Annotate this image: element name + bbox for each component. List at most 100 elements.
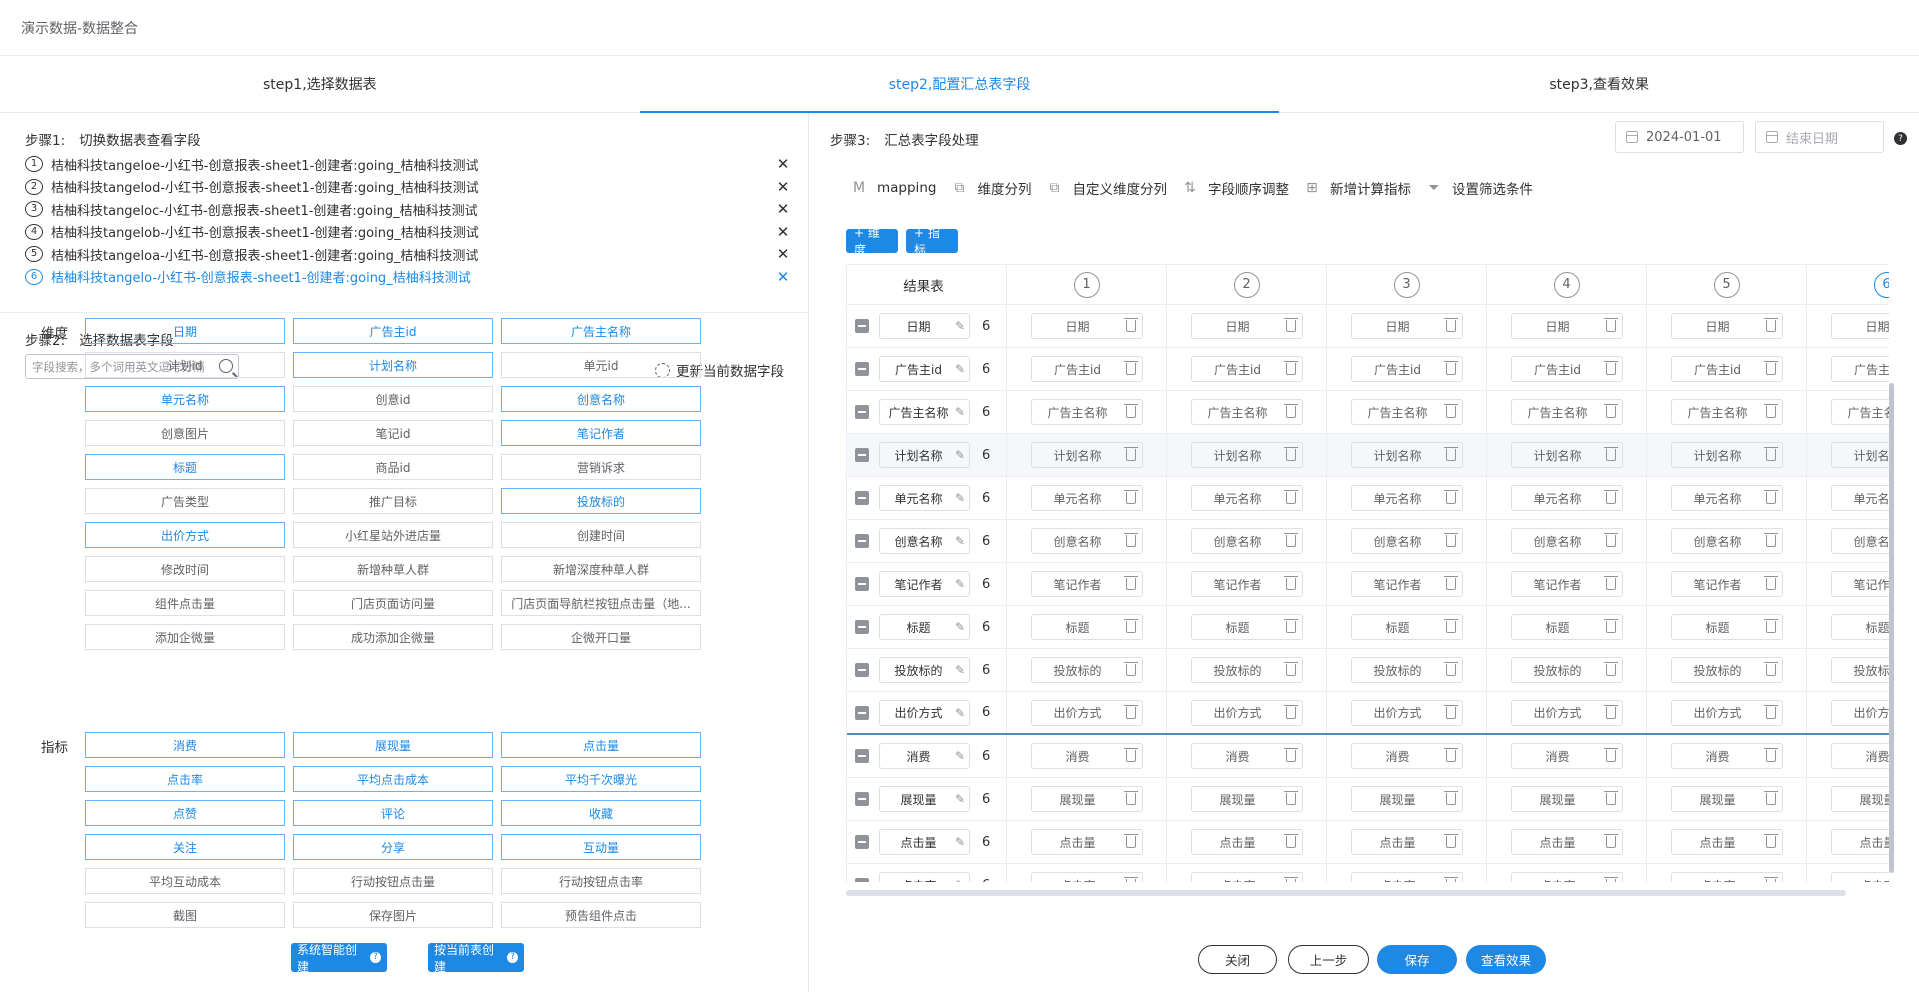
- mapped-field-chip[interactable]: 计划名称: [1510, 442, 1623, 468]
- field-chip[interactable]: 新增深度种草人群: [501, 556, 701, 582]
- mapped-field-chip[interactable]: 广告主名称: [1670, 399, 1783, 425]
- view-result-button[interactable]: 查看效果: [1466, 945, 1546, 974]
- smart-create-button[interactable]: 系统智能创建 ?: [291, 943, 387, 974]
- toolbar-item-custom-split[interactable]: ⧉ 自定义维度分列: [1045, 178, 1167, 198]
- field-chip[interactable]: 行动按钮点击率: [501, 868, 701, 894]
- mapped-field-chip[interactable]: 计划名称: [1030, 442, 1143, 468]
- mapped-field-chip[interactable]: 点击率: [1350, 872, 1463, 882]
- trash-icon[interactable]: [1763, 361, 1778, 375]
- result-field-name[interactable]: 展现量 ✎: [879, 786, 970, 812]
- mapped-field-chip[interactable]: 单元名称: [1510, 485, 1623, 511]
- field-chip[interactable]: 点击量: [501, 732, 701, 758]
- trash-icon[interactable]: [1283, 533, 1298, 547]
- field-chip[interactable]: 收藏: [501, 800, 701, 826]
- trash-icon[interactable]: [1123, 619, 1138, 633]
- mapped-field-chip[interactable]: 点击量: [1190, 829, 1303, 855]
- field-chip[interactable]: 关注: [85, 834, 285, 860]
- field-chip[interactable]: 展现量: [293, 732, 493, 758]
- field-chip[interactable]: 营销诉求: [501, 454, 701, 480]
- mapped-field-chip[interactable]: 日期: [1350, 313, 1463, 339]
- remove-row-icon[interactable]: [855, 534, 869, 548]
- trash-icon[interactable]: [1123, 318, 1138, 332]
- trash-icon[interactable]: [1283, 361, 1298, 375]
- mapped-field-chip[interactable]: 笔记作者: [1030, 571, 1143, 597]
- table-item[interactable]: 5 桔柚科技tangeloa-小红书-创意报表-sheet1-创建者:going_…: [25, 243, 790, 266]
- table-item[interactable]: 6 桔柚科技tangelo-小红书-创意报表-sheet1-创建者:going_桔…: [25, 266, 790, 289]
- field-chip[interactable]: 广告主名称: [501, 318, 701, 344]
- remove-row-icon[interactable]: [855, 749, 869, 763]
- mapped-field-chip[interactable]: 标题: [1510, 614, 1623, 640]
- edit-icon[interactable]: ✎: [955, 577, 969, 591]
- trash-icon[interactable]: [1443, 619, 1458, 633]
- field-chip[interactable]: 投放标的: [501, 488, 701, 514]
- result-field-name[interactable]: 创意名称 ✎: [879, 528, 970, 554]
- mapped-field-chip[interactable]: 投放标的: [1030, 657, 1143, 683]
- mapped-field-chip[interactable]: 笔记作者: [1190, 571, 1303, 597]
- trash-icon[interactable]: [1443, 834, 1458, 848]
- trash-icon[interactable]: [1443, 748, 1458, 762]
- mapped-field-chip[interactable]: 出价方式: [1190, 699, 1303, 726]
- field-chip[interactable]: 创意id: [293, 386, 493, 412]
- trash-icon[interactable]: [1123, 791, 1138, 805]
- trash-icon[interactable]: [1763, 533, 1778, 547]
- trash-icon[interactable]: [1443, 877, 1458, 882]
- trash-icon[interactable]: [1123, 533, 1138, 547]
- result-field-name[interactable]: 点击率✎: [879, 872, 970, 882]
- field-chip[interactable]: 出价方式: [85, 522, 285, 548]
- mapped-field-chip[interactable]: 笔记作者: [1830, 571, 1889, 597]
- field-chip[interactable]: 成功添加企微量: [293, 624, 493, 650]
- field-chip[interactable]: 修改时间: [85, 556, 285, 582]
- mapped-field-chip[interactable]: 点击量: [1510, 829, 1623, 855]
- close-icon[interactable]: ✕: [776, 268, 790, 286]
- mapped-field-chip[interactable]: 展现量: [1670, 786, 1783, 812]
- remove-row-icon[interactable]: [855, 663, 869, 677]
- mapped-field-chip[interactable]: 点击量: [1830, 829, 1889, 855]
- trash-icon[interactable]: [1443, 490, 1458, 504]
- field-chip[interactable]: 创建时间: [501, 522, 701, 548]
- trash-icon[interactable]: [1123, 834, 1138, 848]
- trash-icon[interactable]: [1763, 619, 1778, 633]
- field-chip[interactable]: 广告类型: [85, 488, 285, 514]
- remove-row-icon[interactable]: [855, 448, 869, 462]
- remove-row-icon[interactable]: [855, 878, 869, 882]
- trash-icon[interactable]: [1603, 877, 1618, 882]
- trash-icon[interactable]: [1443, 404, 1458, 418]
- trash-icon[interactable]: [1123, 662, 1138, 676]
- mapped-field-chip[interactable]: 日期: [1510, 313, 1623, 339]
- field-chip[interactable]: 互动量: [501, 834, 701, 860]
- result-field-name[interactable]: 点击量 ✎: [879, 829, 970, 855]
- trash-icon[interactable]: [1283, 704, 1298, 719]
- mapped-field-chip[interactable]: 点击率: [1190, 872, 1303, 882]
- mapped-field-chip[interactable]: 点击量: [1030, 829, 1143, 855]
- mapped-field-chip[interactable]: 创意名称: [1510, 528, 1623, 554]
- trash-icon[interactable]: [1603, 834, 1618, 848]
- mapped-field-chip[interactable]: 点击量: [1670, 829, 1783, 855]
- trash-icon[interactable]: [1443, 704, 1458, 719]
- remove-row-icon[interactable]: [855, 792, 869, 806]
- trash-icon[interactable]: [1443, 361, 1458, 375]
- mapped-field-chip[interactable]: 消费: [1350, 743, 1463, 769]
- create-by-current-table-button[interactable]: 按当前表创建 ?: [428, 943, 524, 974]
- mapped-field-chip[interactable]: 日期: [1030, 313, 1143, 339]
- trash-icon[interactable]: [1603, 791, 1618, 805]
- mapped-field-chip[interactable]: 标题: [1670, 614, 1783, 640]
- mapped-field-chip[interactable]: 出价方式: [1030, 699, 1143, 726]
- trash-icon[interactable]: [1283, 490, 1298, 504]
- mapped-field-chip[interactable]: 单元名称: [1350, 485, 1463, 511]
- edit-icon[interactable]: ✎: [955, 706, 969, 720]
- field-chip[interactable]: 小红星站外进店量: [293, 522, 493, 548]
- trash-icon[interactable]: [1763, 447, 1778, 461]
- trash-icon[interactable]: [1283, 619, 1298, 633]
- mapped-field-chip[interactable]: 投放标的: [1190, 657, 1303, 683]
- field-chip[interactable]: 消费: [85, 732, 285, 758]
- field-chip[interactable]: 评论: [293, 800, 493, 826]
- trash-icon[interactable]: [1443, 533, 1458, 547]
- trash-icon[interactable]: [1763, 662, 1778, 676]
- field-chip[interactable]: 单元名称: [85, 386, 285, 412]
- trash-icon[interactable]: [1443, 791, 1458, 805]
- trash-icon[interactable]: [1603, 748, 1618, 762]
- trash-icon[interactable]: [1603, 404, 1618, 418]
- mapped-field-chip[interactable]: 消费: [1670, 743, 1783, 769]
- close-icon[interactable]: ✕: [776, 223, 790, 241]
- result-field-name[interactable]: 计划名称 ✎: [879, 442, 970, 468]
